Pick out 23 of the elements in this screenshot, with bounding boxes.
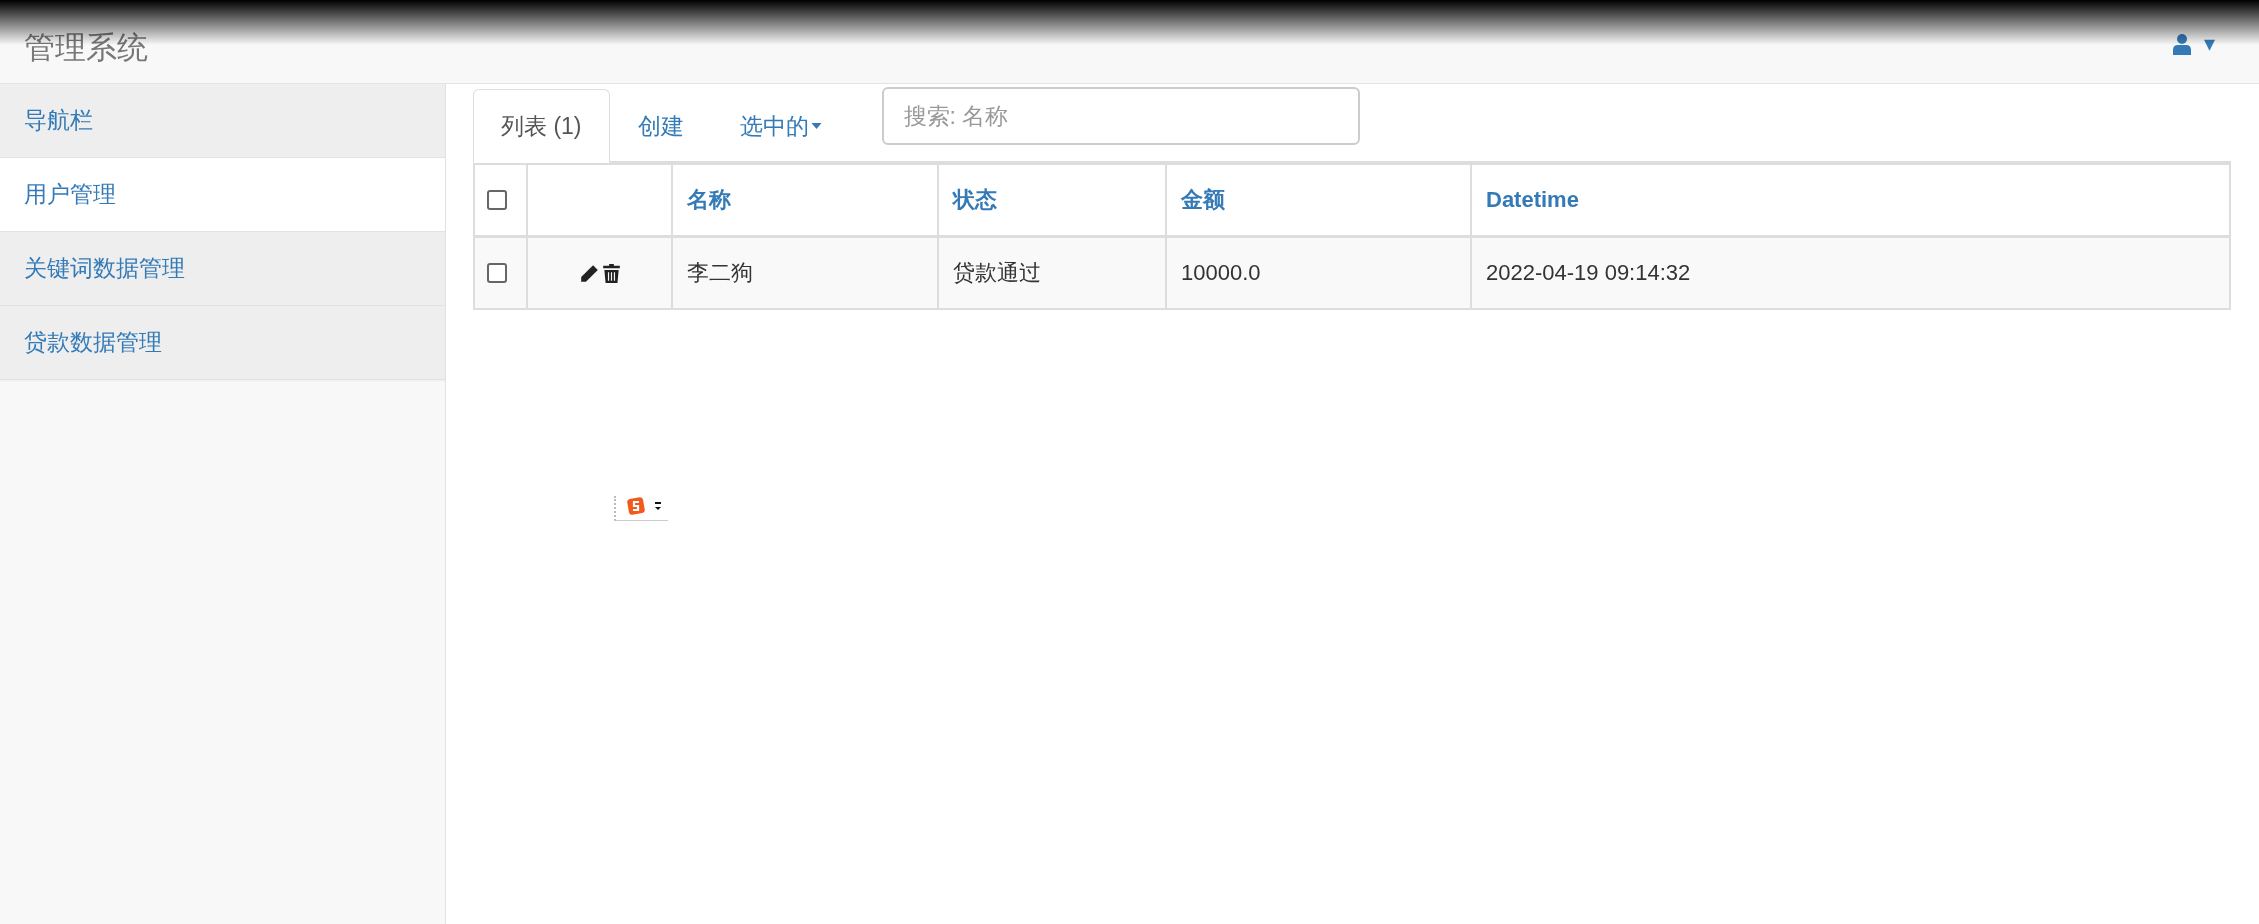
sidebar-item[interactable]: 导航栏 (0, 84, 445, 158)
table-cell: 李二狗 (672, 236, 938, 309)
brand-title[interactable]: 管理系统 (24, 26, 148, 69)
trash-icon[interactable] (602, 263, 620, 283)
user-menu[interactable]: ▾ (2171, 30, 2215, 57)
table-cell: 2022-04-19 09:14:32 (1471, 236, 2230, 309)
select-all-checkbox[interactable] (487, 190, 507, 210)
sidebar-item[interactable]: 用户管理 (0, 158, 445, 232)
tab[interactable]: 创建 (609, 89, 712, 163)
caret-icon: ▾ (2203, 30, 2215, 57)
table-cell: 10000.0 (1166, 236, 1471, 309)
search-field[interactable]: 搜索: 名称 (881, 87, 1360, 145)
row-checkbox[interactable] (487, 263, 507, 283)
sidebar-item[interactable]: 关键词数据管理 (0, 232, 445, 306)
sidebar-item[interactable]: 贷款数据管理 (0, 306, 445, 380)
caret-icon (810, 123, 822, 129)
table-cell: 贷款通过 (938, 236, 1166, 309)
ime-logo-icon[interactable] (626, 496, 646, 516)
user-icon (2171, 32, 2192, 55)
dropdown-tab[interactable]: 选中的 (711, 89, 850, 163)
menu-caret-icon[interactable] (654, 500, 662, 512)
pencil-icon[interactable] (579, 263, 599, 283)
tab[interactable]: 列表 (1) (473, 89, 610, 163)
